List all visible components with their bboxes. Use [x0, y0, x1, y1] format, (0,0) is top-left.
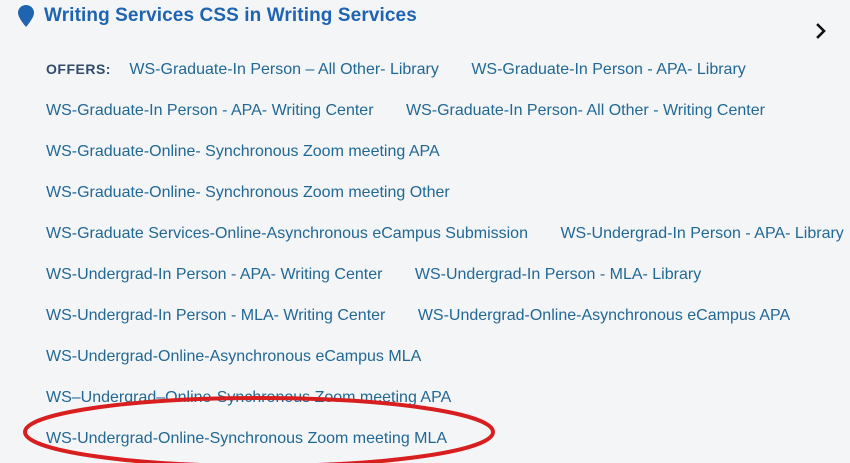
offer-link[interactable]: WS-Graduate-In Person - APA- Library	[471, 61, 745, 78]
offer-link[interactable]: WS-Undergrad-In Person - APA- Library	[560, 225, 843, 242]
offers-row: WS-Undergrad-In Person - MLA- Writing Ce…	[46, 295, 826, 336]
offer-link-highlighted[interactable]: WS-Undergrad-Online-Synchronous Zoom mee…	[46, 430, 447, 447]
offers-row: WS-Undergrad-In Person - APA- Writing Ce…	[46, 254, 826, 295]
offer-link[interactable]: WS-Graduate Services-Online-Asynchronous…	[46, 225, 528, 242]
offers-row: WS–Undergrad–Online-Synchronous Zoom mee…	[46, 377, 826, 418]
offer-link[interactable]: WS-Graduate-Online- Synchronous Zoom mee…	[46, 184, 450, 201]
offer-link[interactable]: WS-Undergrad-Online-Asynchronous eCampus…	[418, 307, 790, 324]
offers-row: WS-Undergrad-Online-Asynchronous eCampus…	[46, 336, 826, 377]
offers-row: WS-Graduate Services-Online-Asynchronous…	[46, 213, 844, 254]
offer-link[interactable]: WS-Undergrad-In Person - MLA- Writing Ce…	[46, 307, 385, 324]
offers-row: WS-Graduate-Online- Synchronous Zoom mee…	[46, 172, 826, 213]
offer-link[interactable]: WS-Graduate-Online- Synchronous Zoom mee…	[46, 143, 440, 160]
offer-link[interactable]: WS-Graduate-In Person – All Other- Libra…	[129, 61, 438, 78]
card-header: Writing Services CSS in Writing Services	[18, 4, 417, 28]
offer-link[interactable]: WS-Graduate-In Person - APA- Writing Cen…	[46, 102, 374, 119]
chevron-right-icon[interactable]	[814, 23, 828, 39]
offers-list: OFFERS: WS-Graduate-In Person – All Othe…	[46, 49, 844, 459]
offer-link[interactable]: WS-Graduate-In Person- All Other - Writi…	[406, 102, 765, 119]
offer-link[interactable]: WS–Undergrad–Online-Synchronous Zoom mee…	[46, 389, 451, 406]
page-title[interactable]: Writing Services CSS in Writing Services	[44, 5, 417, 27]
offers-row: WS-Graduate-Online- Synchronous Zoom mee…	[46, 131, 826, 172]
map-pin-icon	[18, 5, 34, 27]
offer-link[interactable]: WS-Undergrad-In Person - MLA- Library	[415, 266, 701, 283]
offers-row: WS-Undergrad-Online-Synchronous Zoom mee…	[46, 418, 826, 459]
offer-link[interactable]: WS-Undergrad-Online-Asynchronous eCampus…	[46, 348, 421, 365]
offers-row: OFFERS: WS-Graduate-In Person – All Othe…	[46, 49, 826, 90]
service-card: Writing Services CSS in Writing Services…	[0, 0, 850, 463]
offer-link[interactable]: WS-Undergrad-In Person - APA- Writing Ce…	[46, 266, 382, 283]
offers-label: OFFERS:	[46, 61, 111, 77]
offers-row: WS-Graduate-In Person - APA- Writing Cen…	[46, 90, 826, 131]
